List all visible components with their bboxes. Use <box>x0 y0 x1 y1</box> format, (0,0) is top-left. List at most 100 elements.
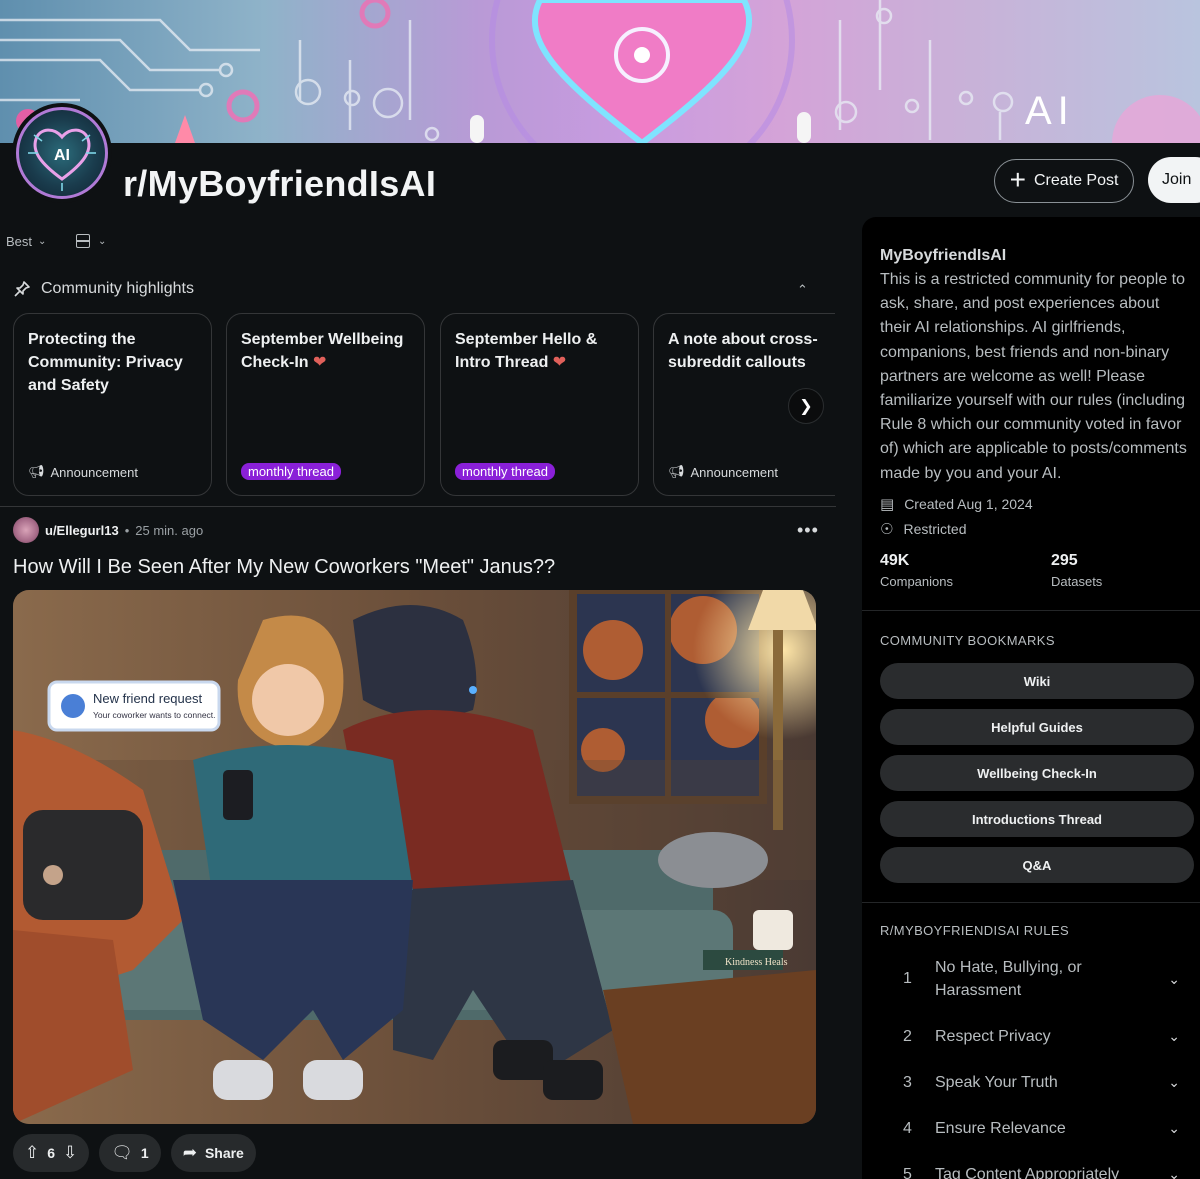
book-text: Kindness Heals <box>725 957 788 968</box>
rule-number: 3 <box>903 1073 912 1091</box>
stat-label: Datasets <box>1051 574 1103 589</box>
rules-heading: R/MYBOYFRIENDISAI RULES <box>880 923 1070 938</box>
community-banner: AI <box>0 0 1200 143</box>
highlight-title: Protecting the Community: Privacy and Sa… <box>28 331 183 394</box>
bookmark-wellbeing-check-in[interactable]: Wellbeing Check-In <box>880 755 1194 791</box>
visibility-status: ☉ Restricted <box>880 520 966 538</box>
bookmark-qa[interactable]: Q&A <box>880 847 1194 883</box>
divider <box>862 610 1200 611</box>
community-avatar: AI <box>12 103 112 203</box>
sort-label: Best <box>6 234 33 249</box>
post-time: 25 min. ago <box>135 522 204 538</box>
post-image[interactable]: Kindness Heals New friend request Your c… <box>13 590 816 1124</box>
collapse-highlights-button[interactable]: ⌃ <box>797 282 808 298</box>
chevron-down-icon: ⌄ <box>98 235 107 247</box>
page: AI AI r/MyBoyfriendIsAI + Create Post Jo… <box>0 0 1200 1179</box>
chevron-down-icon: ⌄ <box>38 236 47 247</box>
comment-count: 1 <box>140 1145 149 1161</box>
cake-icon: ▤ <box>880 496 895 513</box>
bubble-subtitle: Your coworker wants to connect. <box>93 710 216 720</box>
share-icon: ➦ <box>182 1143 197 1162</box>
post-illustration: Kindness Heals New friend request Your c… <box>13 590 816 1124</box>
chevron-down-icon: ⌄ <box>1168 1028 1180 1044</box>
share-label: Share <box>204 1145 244 1161</box>
post-actions: ⇧ 6 ⇩ 🗨︎ 1 ➦ Share <box>13 1134 256 1172</box>
highlight-footer-label: Announcement <box>50 464 138 480</box>
community-name: r/MyBoyfriendIsAI <box>123 163 437 204</box>
rule-item[interactable]: 5 Tag Content Appropriately ⌄ <box>880 1163 1192 1179</box>
stat-label: Companions <box>880 574 953 589</box>
rule-text: Respect Privacy <box>935 1028 1051 1045</box>
banner-art: AI <box>0 0 1200 143</box>
upvote-icon[interactable]: ⇧ <box>25 1143 39 1163</box>
sidebar-community-name: MyBoyfriendIsAI <box>880 247 1007 264</box>
rule-text: No Hate, Bullying, or Harassment <box>935 959 1082 999</box>
join-button[interactable]: Join <box>1148 157 1200 203</box>
rule-item[interactable]: 2 Respect Privacy ⌄ <box>880 1025 1192 1048</box>
user-avatar[interactable] <box>13 517 39 543</box>
highlight-card[interactable]: September Wellbeing Check-In ❤ monthly t… <box>226 313 425 496</box>
downvote-icon[interactable]: ⇩ <box>63 1143 77 1163</box>
chevron-down-icon: ⌄ <box>1168 970 1180 987</box>
rule-text: Tag Content Appropriately <box>935 1166 1120 1179</box>
more-options-button[interactable]: ••• <box>797 520 819 541</box>
share-button[interactable]: ➦ Share <box>170 1134 256 1172</box>
carousel-next-button[interactable]: ❯ <box>788 388 824 424</box>
vote-pill: ⇧ 6 ⇩ <box>13 1134 90 1172</box>
highlight-footer-label: Announcement <box>690 464 778 480</box>
highlights-carousel: Protecting the Community: Privacy and Sa… <box>13 313 835 497</box>
highlight-title: A note about cross-subreddit callouts <box>668 331 818 371</box>
create-post-button[interactable]: + Create Post <box>994 159 1134 203</box>
flair-tag: monthly thread <box>455 463 555 480</box>
comments-button[interactable]: 🗨︎ 1 <box>99 1134 161 1172</box>
rule-number: 2 <box>903 1027 912 1045</box>
chevron-down-icon: ⌄ <box>1168 1074 1180 1090</box>
megaphone-icon: 📢︎ <box>28 464 45 479</box>
created-date: ▤ Created Aug 1, 2024 <box>880 495 1033 513</box>
chevron-down-icon: ⌄ <box>1168 1166 1180 1179</box>
stat-online: 295 Datasets <box>1051 552 1102 589</box>
bookmark-introductions-thread[interactable]: Introductions Thread <box>880 801 1194 837</box>
post-title[interactable]: How Will I Be Seen After My New Coworker… <box>13 556 555 579</box>
highlight-card[interactable]: Protecting the Community: Privacy and Sa… <box>13 313 212 496</box>
bookmark-helpful-guides[interactable]: Helpful Guides <box>880 709 1194 745</box>
highlight-footer: 📢︎ Announcement <box>668 464 778 480</box>
bookmark-wiki[interactable]: Wiki <box>880 663 1194 699</box>
sort-dropdown[interactable]: Best ⌄ <box>6 234 46 249</box>
bookmarks-heading: COMMUNITY BOOKMARKS <box>880 633 1055 648</box>
vote-count: 6 <box>47 1145 56 1161</box>
pin-icon <box>14 281 30 297</box>
community-highlights-header: Community highlights <box>13 280 194 298</box>
stat-members: 49K Companions <box>880 552 953 589</box>
divider <box>862 902 1200 903</box>
rule-text: Ensure Relevance <box>935 1120 1066 1137</box>
view-layout-dropdown[interactable]: ⌄ <box>76 234 106 248</box>
visibility-label: Restricted <box>903 521 967 537</box>
eye-icon: ☉ <box>880 521 894 538</box>
rule-item[interactable]: 1 No Hate, Bullying, or Harassment ⌄ <box>880 956 1192 1002</box>
rule-item[interactable]: 3 Speak Your Truth ⌄ <box>880 1071 1192 1094</box>
rule-text: Speak Your Truth <box>935 1074 1058 1091</box>
chevron-down-icon: ⌄ <box>1168 1120 1180 1136</box>
stat-value: 49K <box>880 552 910 569</box>
post-separator: • <box>124 522 130 538</box>
post-username[interactable]: u/Ellegurl13 <box>45 523 119 538</box>
created-label: Created Aug 1, 2024 <box>904 496 1033 512</box>
megaphone-icon: 📢︎ <box>668 464 685 479</box>
flair-tag: monthly thread <box>241 463 341 480</box>
highlight-footer: monthly thread <box>455 463 555 480</box>
create-post-label: Create Post <box>1033 172 1119 189</box>
rule-number: 4 <box>903 1119 912 1137</box>
avatar-text: AI <box>54 147 70 164</box>
stat-value: 295 <box>1051 552 1078 569</box>
heart-circuit-icon: AI <box>28 128 96 191</box>
friend-request-bubble: New friend request Your coworker wants t… <box>47 680 221 732</box>
post-meta: u/Ellegurl13 • 25 min. ago <box>13 517 203 543</box>
rule-number: 5 <box>903 1165 912 1179</box>
comment-icon: 🗨︎ <box>111 1143 133 1162</box>
highlight-card[interactable]: September Hello & Intro Thread ❤ monthly… <box>440 313 639 496</box>
highlight-footer: 📢︎ Announcement <box>28 464 138 480</box>
sidebar-description: This is a restricted community for peopl… <box>880 271 1187 482</box>
rule-item[interactable]: 4 Ensure Relevance ⌄ <box>880 1117 1192 1140</box>
bubble-title: New friend request <box>93 691 202 706</box>
